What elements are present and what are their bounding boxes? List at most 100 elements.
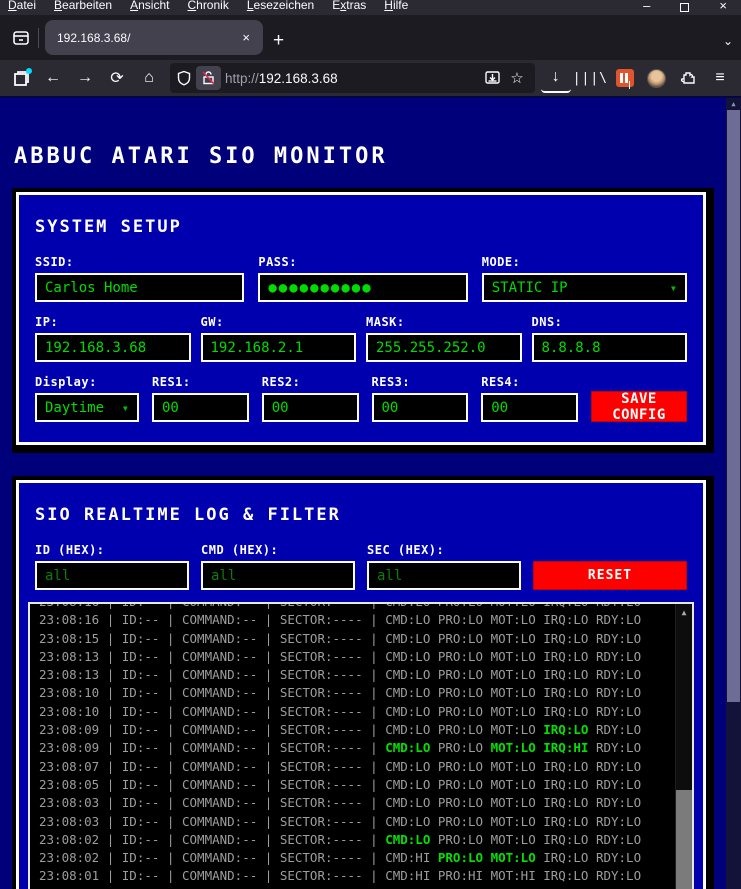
mask-input[interactable] — [366, 333, 522, 362]
back-icon[interactable]: ← — [38, 63, 68, 93]
filter-cmd-input[interactable] — [201, 561, 355, 590]
url-bar[interactable]: http://192.168.3.68 ☆ — [170, 63, 535, 93]
res3-input[interactable] — [371, 393, 469, 422]
display-select[interactable]: Daytime ▾ — [35, 393, 139, 422]
mode-select[interactable]: STATIC IP ▾ — [481, 273, 687, 302]
dns-field: DNS: — [531, 315, 687, 362]
gw-input[interactable] — [200, 333, 356, 362]
forward-icon[interactable]: → — [70, 63, 100, 93]
ip-input[interactable] — [35, 333, 191, 362]
menu-item-datei[interactable]: Datei — [8, 0, 36, 15]
display-select-value: Daytime — [45, 399, 105, 416]
log-row: 23:08:13 | ID:-- | COMMAND:-- | SECTOR:-… — [39, 648, 642, 664]
shield-icon[interactable] — [176, 70, 192, 86]
log-row: 23:08:09 | ID:-- | COMMAND:-- | SECTOR:-… — [39, 740, 642, 756]
gw-label: GW: — [200, 315, 224, 329]
ssid-input[interactable] — [35, 273, 245, 302]
res4-input[interactable] — [481, 393, 578, 422]
log-row: 23:08:16 | ID:-- | COMMAND:-- | SECTOR:-… — [39, 604, 692, 611]
tab-active[interactable]: 192.168.3.68/ × — [45, 20, 263, 55]
tab-bar: 192.168.3.68/ × + ⌄ — [0, 15, 741, 60]
mode-field: MODE: STATIC IP ▾ — [481, 255, 687, 302]
scroll-up-icon[interactable]: ▲ — [726, 98, 741, 110]
extensions-puzzle-icon[interactable] — [673, 63, 703, 93]
tab-close-icon[interactable]: × — [237, 28, 255, 47]
url-text: http://192.168.3.68 — [225, 71, 480, 86]
reload-icon[interactable]: ⟳ — [102, 63, 132, 93]
log-scrollbar[interactable]: ▲ — [675, 604, 692, 889]
home-icon[interactable]: ⌂ — [134, 63, 164, 93]
profile-avatar[interactable] — [647, 68, 666, 88]
log-output[interactable]: 23:08:16 | ID:-- | COMMAND:-- | SECTOR:-… — [28, 602, 694, 889]
page-scrollbar-thumb[interactable] — [727, 110, 740, 702]
log-row: 23:08:07 | ID:-- | COMMAND:-- | SECTOR:-… — [39, 758, 642, 774]
menu-item-ansicht[interactable]: Ansicht — [130, 0, 169, 15]
filter-cmd-label: CMD (HEX): — [201, 543, 279, 557]
pass-input[interactable] — [258, 273, 468, 302]
pass-field: PASS: — [258, 255, 468, 302]
reset-button[interactable]: RESET — [533, 561, 687, 590]
list-all-tabs-icon[interactable]: ⌄ — [723, 34, 733, 48]
res4-field: RES4: — [481, 375, 578, 422]
log-row: 23:08:13 | ID:-- | COMMAND:-- | SECTOR:-… — [39, 667, 642, 683]
log-scrollbar-thumb[interactable] — [676, 790, 692, 889]
menu-item-lesezeichen[interactable]: Lesezeichen — [247, 0, 314, 15]
menu-items: Datei Bearbeiten Ansicht Chronik Lesezeichen… — [0, 0, 408, 15]
system-setup-heading: SYSTEM SETUP — [35, 217, 182, 237]
library-icon[interactable]: |||\ — [573, 63, 608, 93]
res1-label: RES1: — [152, 375, 191, 389]
insecure-lock-icon[interactable] — [196, 66, 221, 90]
filter-id-input[interactable] — [35, 561, 189, 590]
new-tab-button[interactable]: + — [263, 30, 294, 60]
ssid-label: SSID: — [35, 255, 74, 269]
mode-label: MODE: — [481, 255, 521, 269]
minimize-icon[interactable]: – — [643, 0, 650, 13]
page-title: ABBUC ATARI SIO MONITOR — [14, 144, 388, 169]
filter-cmd-field: CMD (HEX): — [201, 543, 355, 590]
filter-id-field: ID (HEX): — [35, 543, 189, 590]
menu-item-extras[interactable]: Extras — [332, 0, 366, 15]
res2-input[interactable] — [261, 393, 359, 422]
res4-label: RES4: — [481, 375, 520, 389]
log-row: 23:08:03 | ID:-- | COMMAND:-- | SECTOR:-… — [39, 795, 642, 811]
maximize-icon[interactable] — [680, 2, 690, 12]
bookmark-star-icon[interactable]: ☆ — [505, 69, 528, 87]
res1-input[interactable] — [152, 393, 249, 422]
save-page-icon[interactable] — [484, 70, 501, 86]
log-row: 23:08:03 | ID:-- | COMMAND:-- | SECTOR:-… — [39, 813, 642, 829]
close-icon[interactable]: × — [719, 0, 727, 13]
log-row: 23:08:05 | ID:-- | COMMAND:-- | SECTOR:-… — [39, 776, 642, 792]
page-scrollbar[interactable]: ▲ — [726, 98, 741, 889]
notification-dot — [26, 68, 32, 74]
downloads-icon[interactable]: ↓ — [540, 63, 571, 93]
menu-item-bearbeiten[interactable]: Bearbeiten — [54, 0, 112, 15]
log-rows: 23:08:16 | ID:-- | COMMAND:-- | SECTOR:-… — [30, 604, 692, 889]
system-setup-panel: SYSTEM SETUP SSID: PASS: MODE: STATIC IP — [12, 188, 714, 453]
firefox-view-window-icon[interactable] — [6, 63, 36, 93]
dns-input[interactable] — [531, 333, 687, 362]
menu-bar: Datei Bearbeiten Ansicht Chronik Lesezeichen… — [0, 0, 741, 15]
window-controls: – × — [643, 0, 741, 15]
mask-label: MASK: — [366, 315, 405, 329]
url-host: 192.168.3.68 — [258, 70, 338, 86]
res2-field: RES2: — [261, 375, 359, 422]
sio-log-panel: SIO REALTIME LOG & FILTER ID (HEX): CMD … — [12, 476, 714, 889]
filter-id-label: ID (HEX): — [35, 543, 105, 557]
ssid-field: SSID: — [35, 255, 245, 302]
menu-item-chronik[interactable]: Chronik — [187, 0, 228, 15]
scroll-up-icon[interactable]: ▲ — [676, 604, 692, 621]
save-config-button[interactable]: SAVE CONFIG — [591, 391, 687, 423]
menu-item-hilfe[interactable]: Hilfe — [384, 0, 408, 15]
firefox-view-icon[interactable] — [6, 21, 36, 55]
log-row: 23:08:10 | ID:-- | COMMAND:-- | SECTOR:-… — [39, 685, 642, 701]
chevron-down-icon: ▾ — [121, 400, 129, 415]
res2-label: RES2: — [261, 375, 301, 389]
log-row: 23:08:09 | ID:-- | COMMAND:-- | SECTOR:-… — [39, 722, 642, 738]
gw-field: GW: — [200, 315, 356, 362]
filter-sec-input[interactable] — [367, 561, 521, 590]
hamburger-menu-icon[interactable]: ≡ — [705, 63, 735, 93]
log-row: 23:08:10 | ID:-- | COMMAND:-- | SECTOR:-… — [39, 703, 642, 719]
extension-addon-icon[interactable] — [616, 69, 634, 87]
mode-select-value: STATIC IP — [491, 279, 568, 296]
display-field: Display: Daytime ▾ — [35, 375, 139, 422]
